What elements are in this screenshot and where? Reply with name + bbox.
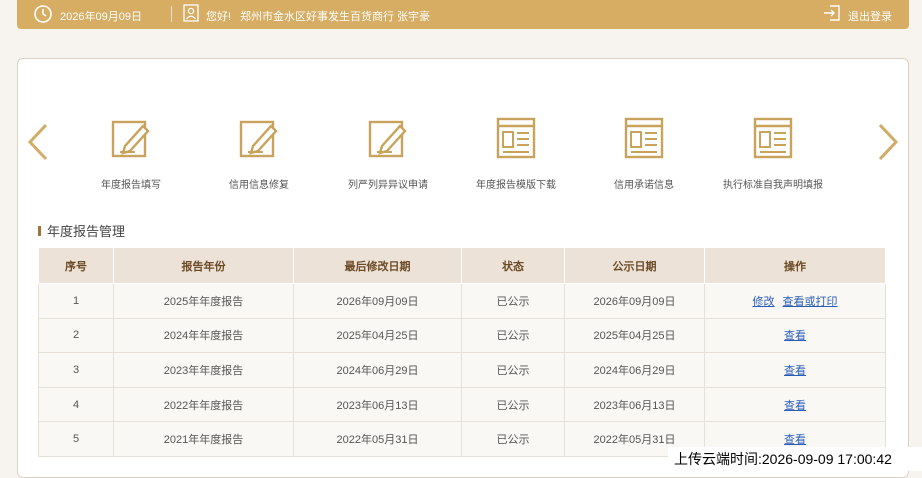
tile-label: 年度报告填写 — [101, 180, 161, 191]
cell-modified: 2026年09月09日 — [293, 283, 462, 319]
cell-modified: 2022年05月31日 — [293, 421, 462, 457]
tile-item[interactable]: 列严列异异议申请 — [318, 116, 458, 191]
cell-no: 4 — [38, 386, 114, 423]
table-row: 1 2025年年度报告 2026年09月09日 已公示 2026年09月09日 修改 查看或… — [38, 283, 886, 319]
table-row: 3 2023年年度报告 2024年06月29日 已公示 2024年06月29日 查看 — [38, 352, 886, 388]
section-title-text: 年度报告管理 — [47, 224, 126, 239]
col-header-no: 序号 — [38, 247, 114, 284]
carousel-next-icon[interactable] — [876, 122, 900, 162]
tile-item[interactable]: 信用信息修复 — [189, 116, 329, 191]
cell-no: 2 — [38, 317, 114, 354]
table-row: 2 2024年年度报告 2025年04月25日 已公示 2025年04月25日 查看 — [38, 317, 886, 354]
annual-report-table: 序号 报告年份 最后修改日期 状态 公示日期 操作 1 2025年年度报告 2026… — [38, 247, 886, 457]
cell-no: 5 — [38, 421, 114, 457]
cell-actions: 查看 — [704, 317, 886, 354]
document-list-icon — [703, 116, 843, 160]
greeting-text: 您好! — [206, 11, 232, 23]
cell-status: 已公示 — [461, 317, 565, 354]
tile-item[interactable]: 执行标准自我声明填报 — [703, 116, 843, 191]
col-header-year: 报告年份 — [113, 247, 294, 284]
table-header-row: 序号 报告年份 最后修改日期 状态 公示日期 操作 — [38, 247, 886, 284]
col-header-modified: 最后修改日期 — [293, 247, 462, 284]
table-row: 4 2022年年度报告 2023年06月13日 已公示 2023年06月13日 查看 — [38, 386, 886, 423]
col-header-public-date: 公示日期 — [564, 247, 705, 284]
view-link[interactable]: 查看 — [784, 365, 806, 377]
cell-year: 2023年年度报告 — [113, 352, 294, 388]
tile-label: 信用信息修复 — [229, 180, 289, 191]
cell-modified: 2024年06月29日 — [293, 352, 462, 388]
cell-year: 2025年年度报告 — [113, 283, 294, 319]
view-print-link[interactable]: 查看或打印 — [783, 296, 838, 308]
cell-no: 3 — [38, 352, 114, 388]
user-card-icon — [183, 4, 199, 22]
cell-status: 已公示 — [461, 421, 565, 457]
cell-public: 2024年06月29日 — [564, 352, 705, 388]
tile-label: 列严列异异议申请 — [348, 180, 428, 191]
col-header-status: 状态 — [461, 247, 565, 284]
view-link[interactable]: 查看 — [784, 330, 806, 342]
logout-icon[interactable] — [823, 4, 841, 22]
logout-button[interactable]: 退出登录 — [848, 8, 892, 24]
carousel-prev-icon[interactable] — [26, 122, 50, 162]
tile-item[interactable]: 年度报告模版下载 — [446, 116, 586, 191]
divider — [171, 6, 172, 22]
cell-public: 2025年04月25日 — [564, 317, 705, 354]
cell-year: 2024年年度报告 — [113, 317, 294, 354]
section-title: 年度报告管理 — [38, 221, 125, 240]
top-bar: 2026年09月09日 您好! 郑州市金水区好事发生百货商行 张宇豪 退出登录 — [17, 0, 909, 29]
upload-timestamp: 上传云端时间:2026-09-09 17:00:42 — [668, 447, 922, 471]
document-list-icon — [446, 116, 586, 160]
edit-link[interactable]: 修改 — [753, 296, 775, 308]
cell-public: 2023年06月13日 — [564, 386, 705, 423]
section-marker — [38, 225, 41, 236]
tile-item[interactable]: 年度报告填写 — [61, 116, 201, 191]
cell-modified: 2025年04月25日 — [293, 317, 462, 354]
edit-form-icon — [61, 116, 201, 160]
cell-actions: 修改 查看或打印 — [704, 283, 886, 319]
tile-label: 年度报告模版下载 — [476, 180, 556, 191]
cell-year: 2021年年度报告 — [113, 421, 294, 457]
tile-label: 信用承诺信息 — [614, 180, 674, 191]
user-name: 张宇豪 — [397, 11, 430, 23]
col-header-actions: 操作 — [704, 247, 886, 284]
cell-status: 已公示 — [461, 283, 565, 319]
tile-item[interactable]: 信用承诺信息 — [574, 116, 714, 191]
cell-status: 已公示 — [461, 386, 565, 423]
cell-actions: 查看 — [704, 352, 886, 388]
document-list-icon — [574, 116, 714, 160]
cell-year: 2022年年度报告 — [113, 386, 294, 423]
view-link[interactable]: 查看 — [784, 434, 806, 446]
edit-form-icon — [318, 116, 458, 160]
tile-label: 执行标准自我声明填报 — [723, 180, 823, 191]
cell-status: 已公示 — [461, 352, 565, 388]
cell-no: 1 — [38, 283, 114, 319]
cell-modified: 2023年06月13日 — [293, 386, 462, 423]
edit-form-icon — [189, 116, 329, 160]
cell-public: 2026年09月09日 — [564, 283, 705, 319]
clock-icon — [34, 5, 52, 23]
current-date: 2026年09月09日 — [60, 11, 142, 23]
view-link[interactable]: 查看 — [784, 400, 806, 412]
organization-name: 郑州市金水区好事发生百货商行 — [240, 11, 394, 23]
cell-actions: 查看 — [704, 386, 886, 423]
